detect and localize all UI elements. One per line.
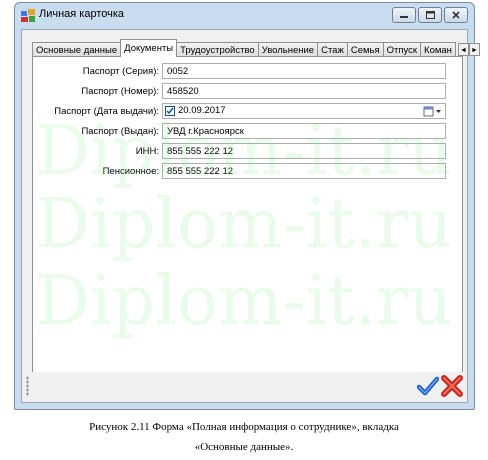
- passport-series-label: Паспорт (Серия):: [82, 66, 159, 77]
- tab-business-trip[interactable]: Коман: [420, 42, 456, 57]
- minimize-icon: [400, 16, 408, 18]
- passport-number-input[interactable]: [162, 83, 446, 99]
- pension-row: Пенсионное:: [33, 163, 462, 181]
- tab-scroll-left-icon[interactable]: ◄: [457, 43, 469, 56]
- tab-main-data[interactable]: Основные данные: [32, 42, 122, 57]
- close-button[interactable]: [444, 7, 468, 23]
- cancel-cross-icon[interactable]: [441, 374, 463, 398]
- passport-date-value: 20.09.2017: [178, 105, 226, 116]
- passport-series-input[interactable]: [162, 63, 446, 79]
- passport-date-checkbox[interactable]: [165, 106, 175, 116]
- bottom-toolbar: [24, 372, 465, 400]
- passport-date-label: Паспорт (Дата выдачи):: [54, 106, 159, 117]
- figure-caption-line-1: Рисунок 2.11 Форма «Полная информация о …: [89, 421, 399, 433]
- minimize-button[interactable]: [392, 7, 416, 23]
- passport-number-row: Паспорт (Номер):: [33, 83, 462, 101]
- inn-input[interactable]: [162, 143, 446, 159]
- app-icon: [21, 9, 35, 22]
- tab-vacation[interactable]: Отпуск: [382, 42, 422, 57]
- tab-employment[interactable]: Трудоустройство: [176, 42, 259, 57]
- calendar-dropdown-icon[interactable]: [423, 106, 443, 117]
- passport-date-row: Паспорт (Дата выдачи): 20.09.2017: [33, 103, 462, 121]
- checkmark-icon: [166, 107, 174, 115]
- figure-caption-line-2: «Основные данные».: [194, 441, 294, 453]
- tab-documents[interactable]: Документы: [120, 39, 178, 57]
- inn-label: ИНН:: [135, 146, 159, 157]
- tab-experience[interactable]: Стаж: [317, 42, 348, 57]
- passport-issued-input[interactable]: [162, 123, 446, 139]
- employee-card-window: Личная карточка Основные данные Документ…: [14, 2, 480, 410]
- tab-family[interactable]: Семья: [346, 42, 384, 57]
- maximize-icon: [425, 11, 435, 19]
- passport-issued-label: Паспорт (Выдан):: [81, 126, 159, 137]
- passport-date-picker[interactable]: 20.09.2017: [162, 103, 446, 119]
- tab-strip: Основные данные Документы Трудоустройств…: [32, 39, 480, 57]
- pension-input[interactable]: [162, 163, 446, 179]
- tab-scroll-right-icon[interactable]: ►: [468, 43, 480, 56]
- pension-label: Пенсионное:: [102, 166, 159, 177]
- maximize-button[interactable]: [418, 7, 442, 23]
- tab-dismissal[interactable]: Увольнение: [257, 42, 319, 57]
- inn-row: ИНН:: [33, 143, 462, 161]
- passport-issued-row: Паспорт (Выдан):: [33, 123, 462, 141]
- passport-series-row: Паспорт (Серия):: [33, 63, 462, 81]
- title-bar[interactable]: Личная карточка: [15, 3, 474, 29]
- save-checkmark-icon[interactable]: [417, 375, 439, 397]
- window-title: Личная карточка: [39, 8, 125, 20]
- passport-number-label: Паспорт (Номер):: [81, 86, 159, 97]
- close-icon: [452, 11, 460, 19]
- window-client-area: Основные данные Документы Трудоустройств…: [21, 29, 480, 403]
- documents-tab-page: Паспорт (Серия): Паспорт (Номер): Паспор…: [32, 56, 463, 388]
- toolbar-grip[interactable]: [26, 376, 29, 396]
